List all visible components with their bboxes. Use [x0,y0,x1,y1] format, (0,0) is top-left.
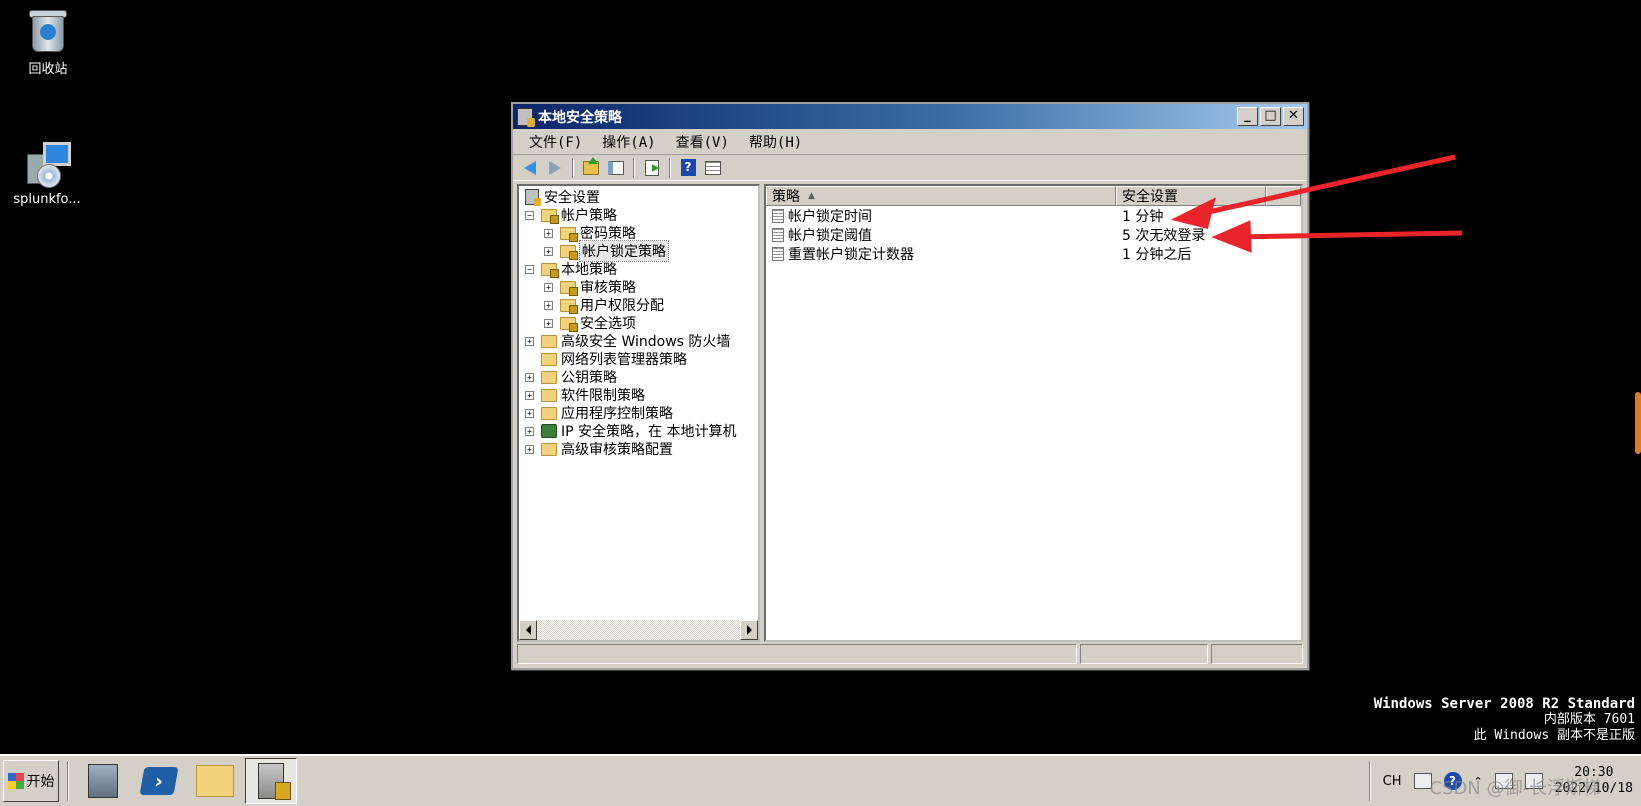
os-genuine-notice: 此 Windows 副本不是正版 [1473,728,1635,743]
server-manager-icon [88,764,118,798]
tray-divider [1368,761,1371,801]
annotation-arrow [1170,154,1456,230]
taskbar-divider [67,761,69,801]
annotation-arrow [1211,220,1463,253]
os-build: 内部版本 7601 [1543,712,1635,727]
language-indicator[interactable]: CH [1383,774,1402,789]
start-label: 开始 [26,774,55,790]
windows-logo-icon [7,773,24,789]
taskbar-powershell[interactable]: › [133,758,185,804]
edge-scroll-indicator [1635,392,1641,454]
taskbar-explorer[interactable] [189,758,241,804]
csdn-watermark: CSDN @御-长浮斯梯 [1429,778,1601,799]
annotation-arrows [1170,154,1463,253]
taskbar-server-manager[interactable] [77,758,129,804]
powershell-icon: › [139,767,179,795]
windows-version-watermark: Windows Server 2008 R2 Standard 内部版本 760… [1374,696,1635,744]
local-security-policy-icon [258,763,291,800]
taskbar: 开始 › CH ? ⌃ 20:30 2022/10/18 CSDN @御-长浮斯… [0,754,1641,806]
start-button[interactable]: 开始 [3,760,59,802]
os-edition: Windows Server 2008 R2 Standard [1373,696,1635,712]
explorer-folder-icon [196,765,234,797]
taskbar-local-security-policy[interactable] [245,758,297,804]
